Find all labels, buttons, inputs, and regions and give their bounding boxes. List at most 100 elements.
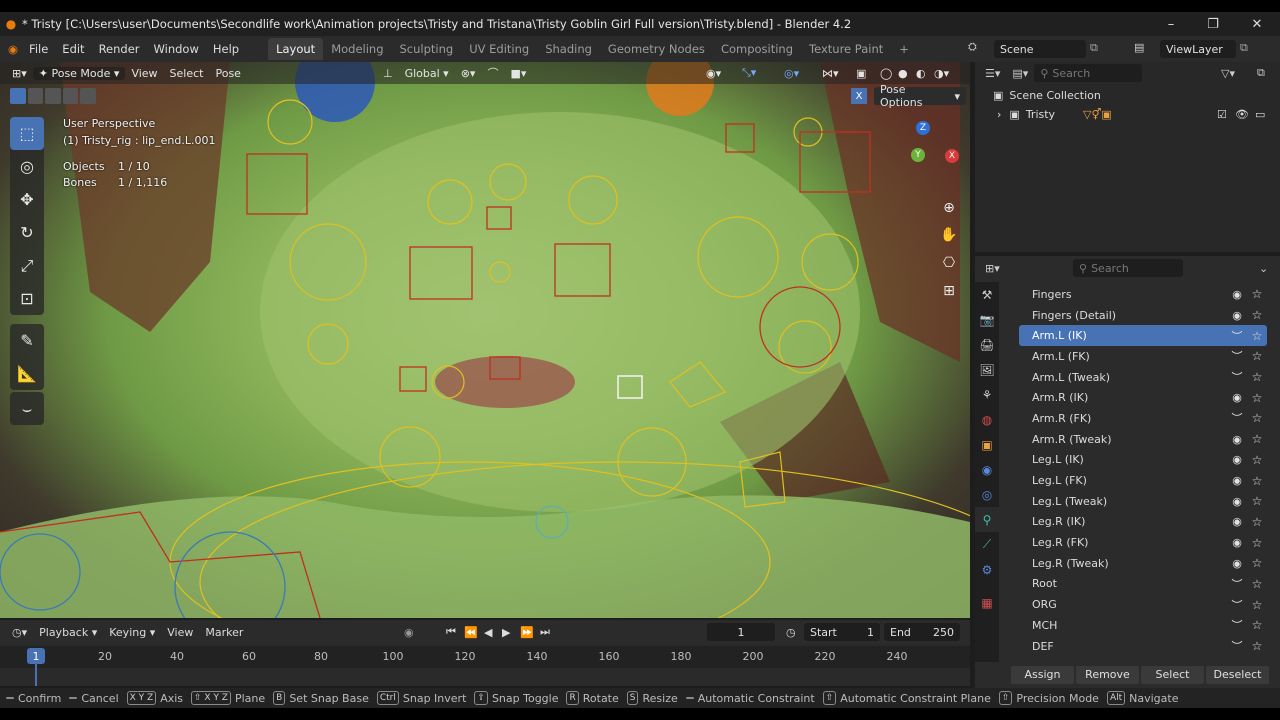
tab-compositing[interactable]: Compositing — [713, 38, 801, 60]
relax-pose-tool-icon[interactable]: ⌣ — [10, 392, 44, 425]
gizmo-toggle-icon[interactable]: ⤡▾ — [736, 66, 762, 80]
solo-star-icon[interactable]: ☆ — [1247, 494, 1267, 508]
eye-open-icon[interactable]: ◉ — [1227, 515, 1247, 528]
deselect-button[interactable]: Deselect — [1206, 666, 1269, 684]
eye-open-icon[interactable]: ◉ — [1227, 474, 1247, 487]
select-subtract-icon[interactable] — [45, 88, 61, 104]
scene-selector[interactable]: Scene — [994, 40, 1086, 58]
orientation-selector[interactable]: Global ▾ — [399, 67, 455, 80]
select-new-icon[interactable] — [10, 88, 26, 104]
eye-open-icon[interactable]: ◉ — [1227, 433, 1247, 446]
bone-tab-icon[interactable]: ⟋ — [975, 532, 999, 557]
solo-star-icon[interactable]: ☆ — [1247, 639, 1267, 653]
rotate-tool-icon[interactable]: ↻ — [10, 216, 44, 249]
tab-modeling[interactable]: Modeling — [323, 38, 391, 60]
x-mirror-toggle[interactable]: X — [851, 88, 867, 104]
bone-collection-row[interactable]: Leg.L (Tweak) ◉ ☆ — [1019, 491, 1267, 512]
solo-star-icon[interactable]: ☆ — [1247, 329, 1267, 343]
gizmo-z-axis[interactable]: Z — [916, 121, 930, 135]
display-mode-icon[interactable]: ▤▾ — [1006, 67, 1034, 80]
output-tab-icon[interactable]: 🖨 — [975, 332, 999, 357]
snap-target-icon[interactable]: ■▾ — [504, 67, 532, 80]
scene-collection-row[interactable]: ▣ Scene Collection — [975, 86, 1280, 105]
remove-button[interactable]: Remove — [1076, 666, 1139, 684]
include-checkbox[interactable]: ☑ — [1217, 108, 1227, 121]
solo-star-icon[interactable]: ☆ — [1247, 411, 1267, 425]
eye-open-icon[interactable]: ◉ — [1227, 391, 1247, 404]
assign-button[interactable]: Assign — [1011, 666, 1074, 684]
menu-render[interactable]: Render — [92, 42, 147, 56]
solo-star-icon[interactable]: ☆ — [1247, 349, 1267, 363]
eye-open-icon[interactable]: ◉ — [1227, 288, 1247, 301]
overlay-toggle-icon[interactable]: ◎▾ — [778, 67, 805, 80]
bone-collection-row[interactable]: Leg.R (FK) ◉ ☆ — [1019, 532, 1267, 553]
solo-star-icon[interactable]: ☆ — [1247, 474, 1267, 488]
minimize-button[interactable]: – — [1150, 12, 1192, 36]
menu-marker[interactable]: Marker — [199, 626, 249, 639]
tab-layout[interactable]: Layout — [268, 38, 324, 60]
pose-options-dropdown[interactable]: Pose Options ▾ — [874, 83, 966, 109]
measure-tool-icon[interactable]: 📐 — [10, 357, 44, 390]
zoom-icon[interactable]: ⊕ — [937, 196, 961, 220]
eye-open-icon[interactable]: ◉ — [1227, 557, 1247, 570]
render-tab-icon[interactable]: 📷 — [975, 307, 999, 332]
physics-tab-icon[interactable]: ◎ — [975, 482, 999, 507]
texture-tab-icon[interactable]: ▦ — [975, 590, 999, 615]
eye-closed-icon[interactable]: ︶ — [1227, 638, 1247, 654]
bone-constraint-tab-icon[interactable]: ⚙ — [975, 557, 999, 582]
timeline-editor-icon[interactable]: ◷▾ — [0, 626, 33, 639]
select-intersect-icon[interactable] — [80, 88, 96, 104]
outliner-object-row[interactable]: › ▣ Tristy ▽⚥▣ ☑ 👁 ▭ — [975, 105, 1280, 124]
eye-closed-icon[interactable]: ︶ — [1227, 576, 1247, 592]
menu-file[interactable]: File — [22, 42, 55, 56]
tab-shading[interactable]: Shading — [537, 38, 600, 60]
solo-star-icon[interactable]: ☆ — [1247, 432, 1267, 446]
eye-open-icon[interactable]: ◉ — [1227, 495, 1247, 508]
gizmo-y-axis[interactable]: Y — [911, 148, 925, 162]
3d-viewport[interactable]: ⊞▾ ✦ Pose Mode ▾ View Select Pose ⊥ Glob… — [0, 62, 970, 618]
bone-collection-row[interactable]: DEF ︶ ☆ — [1019, 636, 1267, 657]
menu-view[interactable]: View — [125, 67, 163, 80]
world-tab-icon[interactable]: ◍ — [975, 407, 999, 432]
select-box-tool-icon[interactable]: ⬚ — [10, 117, 44, 150]
solo-star-icon[interactable]: ☆ — [1247, 308, 1267, 322]
armature-data-tab-icon[interactable]: ⚲ — [975, 507, 999, 532]
bone-collection-row[interactable]: Arm.L (FK) ︶ ☆ — [1019, 346, 1267, 367]
visibility-eye-icon[interactable]: 👁 — [1235, 108, 1249, 121]
ortho-grid-icon[interactable]: ⊞ — [937, 279, 961, 303]
tab-sculpting[interactable]: Sculpting — [392, 38, 462, 60]
bone-collection-row[interactable]: Arm.R (IK) ◉ ☆ — [1019, 387, 1267, 408]
end-frame-field[interactable]: End 250 — [884, 623, 960, 641]
solo-star-icon[interactable]: ☆ — [1247, 598, 1267, 612]
solo-star-icon[interactable]: ☆ — [1247, 453, 1267, 467]
solo-star-icon[interactable]: ☆ — [1247, 536, 1267, 550]
current-frame-field[interactable]: 1 — [707, 623, 775, 641]
mode-selector[interactable]: ✦ Pose Mode ▾ — [32, 66, 126, 80]
solo-star-icon[interactable]: ☆ — [1247, 287, 1267, 301]
properties-search-input[interactable]: ⚲ Search — [1073, 259, 1183, 277]
eye-closed-icon[interactable]: ︶ — [1227, 369, 1247, 385]
eye-open-icon[interactable]: ◉ — [1227, 536, 1247, 549]
eye-closed-icon[interactable]: ︶ — [1227, 348, 1247, 364]
solo-star-icon[interactable]: ☆ — [1247, 391, 1267, 405]
menu-view-timeline[interactable]: View — [161, 626, 199, 639]
editor-type-icon[interactable]: ⊞▾ — [0, 67, 33, 80]
select-invert-icon[interactable] — [62, 88, 79, 104]
pivot-point-icon[interactable]: ⊗▾ — [455, 67, 482, 80]
solo-star-icon[interactable]: ☆ — [1247, 515, 1267, 529]
menu-pose[interactable]: Pose — [209, 67, 246, 80]
tab-uv-editing[interactable]: UV Editing — [461, 38, 537, 60]
modifier-tab-icon[interactable]: ◉ — [975, 457, 999, 482]
auto-keying-icon[interactable]: ◉ — [398, 626, 420, 639]
solo-star-icon[interactable]: ☆ — [1247, 618, 1267, 632]
gizmo-x-axis[interactable]: X — [945, 149, 959, 163]
eye-closed-icon[interactable]: ︶ — [1227, 410, 1247, 426]
menu-keying[interactable]: Keying ▾ — [103, 626, 161, 639]
maximize-button[interactable]: ❐ — [1192, 12, 1234, 36]
outliner-editor-icon[interactable]: ☰▾ — [975, 67, 1006, 80]
camera-render-icon[interactable]: ▭ — [1255, 108, 1265, 121]
view-layer-selector[interactable]: ViewLayer — [1160, 40, 1236, 58]
scale-tool-icon[interactable]: ⤢ — [10, 249, 44, 282]
bone-collection-row[interactable]: Arm.L (Tweak) ︶ ☆ — [1019, 367, 1267, 388]
tab-geometry-nodes[interactable]: Geometry Nodes — [600, 38, 713, 60]
